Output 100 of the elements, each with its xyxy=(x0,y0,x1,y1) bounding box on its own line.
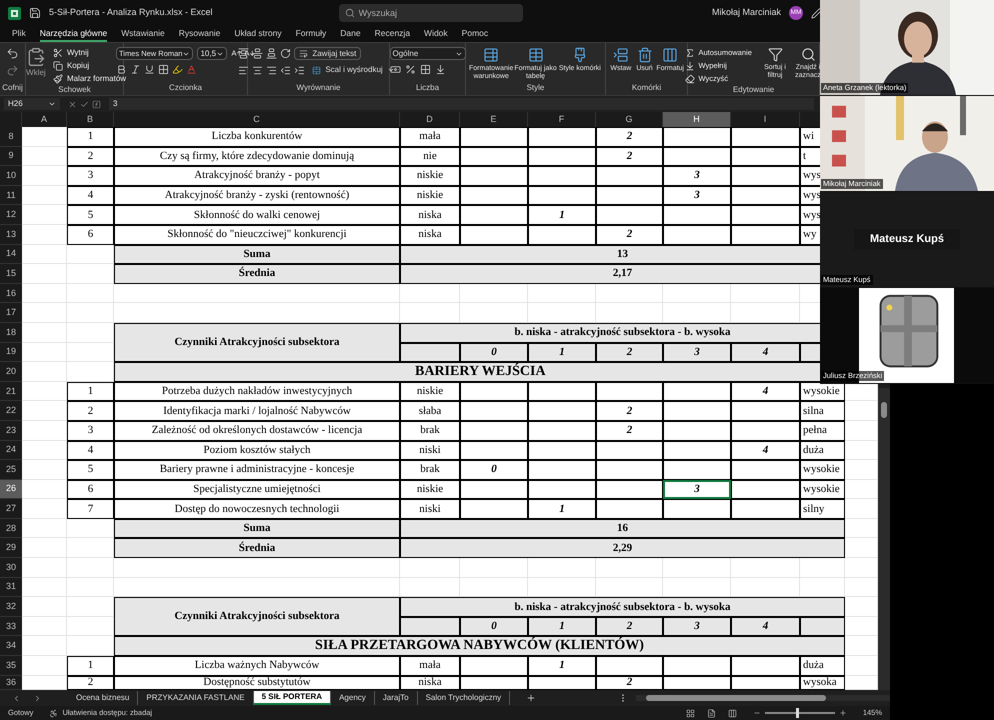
ribbon-button[interactable]: Wytnij xyxy=(52,47,89,59)
table-cell: 5 xyxy=(67,460,114,480)
group-label: Schowek xyxy=(58,85,91,95)
menu-tab[interactable]: Formuły xyxy=(296,26,326,42)
table-cell: Atrakcyjność branży - zyski (rentowność) xyxy=(114,186,400,206)
paste-button[interactable]: Wklej xyxy=(22,47,49,85)
table-cell: 4 xyxy=(67,440,114,460)
formula-field[interactable]: 3 xyxy=(109,98,814,110)
table-cell: niskie xyxy=(400,480,460,500)
row-header[interactable]: 31 xyxy=(0,578,22,598)
table-cell: Dostęp do nowoczesnych technologii xyxy=(114,499,400,519)
row-header[interactable]: 36 xyxy=(0,676,22,690)
table-cell: 16 xyxy=(400,518,845,538)
table-cell: Suma xyxy=(114,244,400,264)
name-box[interactable]: H26 xyxy=(4,98,60,110)
table-cell: Liczba ważnych Nabywców xyxy=(114,656,400,676)
table-cell: SIŁA PRZETARGOWA NABYWCÓW (KLIENTÓW) xyxy=(114,636,845,656)
table-cell: Atrakcyjność branży - popyt xyxy=(114,166,400,186)
ribbon-button[interactable]: Malarz formatów xyxy=(52,73,126,85)
table-cell: brak xyxy=(400,460,460,480)
table-cell: 1 xyxy=(67,656,114,676)
table-cell: Czynniki Atrakcyjności subsektora xyxy=(114,322,400,362)
table-cell: 1 xyxy=(528,616,596,636)
table-cell: 3 xyxy=(663,186,731,206)
table-cell: wysoka xyxy=(800,676,845,690)
wrap-text-button[interactable]: Zawijaj tekst xyxy=(294,47,362,60)
menu-tab[interactable]: Recenzja xyxy=(374,26,410,42)
table-cell: 4 xyxy=(731,382,800,402)
table-cell: duża xyxy=(800,440,845,460)
menu-tab[interactable]: Dane xyxy=(340,26,361,42)
table-cell: 1 xyxy=(67,382,114,402)
menu-tab[interactable]: Widok xyxy=(424,26,448,42)
table-cell: silny xyxy=(800,499,845,519)
table-cell: silna xyxy=(800,401,845,421)
row-header[interactable]: 14 xyxy=(0,244,22,264)
column-header[interactable]: H xyxy=(663,112,731,127)
row-header[interactable]: 24 xyxy=(0,440,22,460)
group-label: Czcionka xyxy=(169,83,202,93)
table-cell: 1 xyxy=(528,499,596,519)
table-cell: 3 xyxy=(67,166,114,186)
sheet-tab[interactable]: Ocena biznesu xyxy=(68,691,138,705)
group-label: Wyrównanie xyxy=(296,83,340,93)
menu-tab[interactable]: Wstawianie xyxy=(121,26,165,42)
font-size-select[interactable]: 10,5 xyxy=(197,47,228,60)
group-label: Cofnij xyxy=(2,83,23,93)
row-header[interactable]: 26 xyxy=(0,480,22,500)
table-cell: wysokie xyxy=(800,480,845,500)
table-cell: 3 xyxy=(663,166,731,186)
number-format-select[interactable]: Ogólne xyxy=(390,47,466,60)
table-cell: mała xyxy=(400,127,460,147)
row-header[interactable]: 19 xyxy=(0,342,22,362)
table-cell: 3 xyxy=(663,480,731,500)
table-cell: słaba xyxy=(400,401,460,421)
merge-button[interactable]: Scal i wyśrodkuj xyxy=(308,64,399,76)
row-header[interactable]: 9 xyxy=(0,146,22,166)
sheet-tab[interactable]: Salon Trychologiczny xyxy=(418,691,510,705)
menu-tab[interactable]: Pomoc xyxy=(462,26,488,42)
table-cell: 6 xyxy=(67,224,114,245)
table-cell: 2 xyxy=(596,342,663,362)
table-cell: 2,29 xyxy=(400,538,845,558)
table-cell: 4 xyxy=(731,440,800,460)
group-label: Komórki xyxy=(632,83,662,93)
group-label: Style xyxy=(526,83,544,93)
table-cell: 2 xyxy=(596,420,663,440)
user-name: Mikołaj Marciniak xyxy=(712,6,781,20)
row-header[interactable]: 21 xyxy=(0,382,22,402)
table-cell: brak xyxy=(400,420,460,440)
table-cell: 4 xyxy=(731,342,800,362)
search-field[interactable]: Wyszukaj xyxy=(338,4,523,22)
table-cell: nie xyxy=(400,146,460,166)
table-cell: 2 xyxy=(67,146,114,166)
table-cell: Średnia xyxy=(114,264,400,284)
table-cell: 2 xyxy=(596,127,663,147)
table-cell: Potrzeba dużych nakładów inwestycyjnych xyxy=(114,382,400,402)
table-cell: wysokie xyxy=(800,460,845,480)
table-cell: Czy są firmy, które zdecydowanie dominują xyxy=(114,146,400,166)
table-cell: Poziom kosztów stałych xyxy=(114,440,400,460)
menu-tab[interactable]: Plik xyxy=(12,26,26,42)
table-cell: Bariery prawne i administracyjne - koncesje xyxy=(114,460,400,480)
table-cell: Dostępność substytutów xyxy=(114,676,400,690)
table-cell: Specjalistyczne umiejętności xyxy=(114,480,400,500)
table-cell: Identyfikacja marki / lojalność Nabywców xyxy=(114,401,400,421)
table-cell: 0 xyxy=(460,342,528,362)
menu-tab[interactable]: Rysowanie xyxy=(178,26,220,42)
table-cell: niskie xyxy=(400,186,460,206)
menu-tab[interactable]: Układ strony xyxy=(234,26,282,42)
table-cell: 2 xyxy=(596,224,663,245)
table-cell: 3 xyxy=(663,342,731,362)
table-cell: 0 xyxy=(460,460,528,480)
table-cell: 2 xyxy=(67,401,114,421)
table-cell: niski xyxy=(400,499,460,519)
table-cell: 3 xyxy=(663,616,731,636)
table-cell: 2 xyxy=(596,146,663,166)
sheet-tab[interactable]: 5 SIŁ PORTERA xyxy=(254,691,332,705)
table-cell: niska xyxy=(400,205,460,225)
ribbon-button[interactable]: Kopiuj xyxy=(52,60,90,72)
sheet-tab[interactable]: Agency xyxy=(331,691,375,705)
sheet-tab[interactable]: JarajTo xyxy=(374,691,418,705)
table-cell: 4 xyxy=(67,186,114,206)
table-cell: Zależność od określonych dostawców - licencja xyxy=(114,420,400,440)
